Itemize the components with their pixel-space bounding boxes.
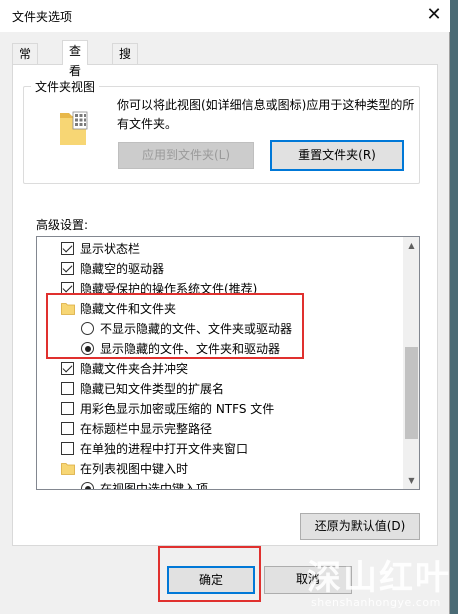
advanced-setting-label: 在视图中选中键入项: [100, 482, 209, 490]
folder-views-legend: 文件夹视图: [31, 78, 100, 95]
watermark-text: 深山红叶: [307, 558, 451, 598]
advanced-setting-row[interactable]: 在标题栏中显示完整路径: [37, 419, 403, 439]
advanced-setting-label: 在列表视图中键入时: [80, 462, 189, 476]
advanced-setting-row[interactable]: 在单独的进程中打开文件夹窗口: [37, 439, 403, 459]
advanced-setting-row[interactable]: 用彩色显示加密或压缩的 NTFS 文件: [37, 399, 403, 419]
scroll-thumb[interactable]: [405, 347, 418, 439]
advanced-setting-row[interactable]: 在列表视图中键入时: [37, 459, 403, 479]
folder-options-dialog: 文件夹选项 ✕ 常规 查看 搜索 文件夹视图 你可以将此视图(如详细信息或图标)…: [0, 0, 450, 614]
advanced-setting-row[interactable]: 隐藏文件夹合并冲突: [37, 359, 403, 379]
advanced-setting-row[interactable]: 隐藏已知文件类型的扩展名: [37, 379, 403, 399]
advanced-setting-row[interactable]: 在视图中选中键入项: [37, 479, 403, 490]
apply-to-folders-button[interactable]: 应用到文件夹(L): [118, 142, 254, 169]
checkbox-unchecked[interactable]: [61, 442, 74, 455]
advanced-setting-row[interactable]: 显示状态栏: [37, 239, 403, 259]
list-scrollbar[interactable]: ▲ ▼: [403, 237, 419, 489]
watermark: 深山红叶 shenshanhongye.com: [297, 548, 458, 614]
watermark-url: shenshanhongye.com: [311, 596, 441, 609]
reset-folders-button[interactable]: 重置文件夹(R): [270, 140, 404, 171]
hidden-files-highlight-box: [46, 293, 304, 359]
checkbox-unchecked[interactable]: [61, 422, 74, 435]
advanced-settings-list[interactable]: 显示状态栏 隐藏空的驱动器 隐藏受保护的操作系统文件(推荐) 隐藏文件和文件夹 不显示隐…: [36, 236, 420, 490]
title-bar[interactable]: 文件夹选项 ✕: [0, 0, 450, 32]
advanced-setting-label: 隐藏文件夹合并冲突: [80, 362, 189, 376]
advanced-setting-row[interactable]: 隐藏空的驱动器: [37, 259, 403, 279]
tab-view[interactable]: 查看: [62, 40, 89, 78]
advanced-setting-label: 隐藏已知文件类型的扩展名: [80, 382, 225, 396]
radio-selected[interactable]: [81, 482, 94, 489]
advanced-setting-label: 隐藏空的驱动器: [80, 262, 165, 276]
folder-icon: [61, 463, 75, 475]
close-icon[interactable]: ✕: [418, 0, 450, 32]
folder-views-description: 你可以将此视图(如详细信息或图标)应用于这种类型的所有文件夹。: [117, 98, 415, 131]
advanced-setting-label: 显示状态栏: [80, 242, 141, 256]
checkbox-unchecked[interactable]: [61, 402, 74, 415]
checkbox-checked[interactable]: [61, 262, 74, 275]
folder-view-icon: [60, 111, 88, 145]
checkbox-checked[interactable]: [61, 242, 74, 255]
ok-highlight-box: [158, 546, 261, 602]
tab-search[interactable]: 搜索: [112, 43, 139, 81]
checkbox-checked[interactable]: [61, 362, 74, 375]
advanced-setting-label: 用彩色显示加密或压缩的 NTFS 文件: [80, 402, 275, 416]
scroll-down-icon[interactable]: ▼: [403, 472, 419, 489]
advanced-setting-label: 在标题栏中显示完整路径: [80, 422, 213, 436]
window-title: 文件夹选项: [12, 10, 73, 24]
scroll-up-icon[interactable]: ▲: [403, 237, 419, 254]
checkbox-unchecked[interactable]: [61, 382, 74, 395]
advanced-setting-label: 在单独的进程中打开文件夹窗口: [80, 442, 249, 456]
restore-defaults-button[interactable]: 还原为默认值(D): [300, 513, 420, 540]
advanced-settings-label: 高级设置:: [36, 218, 89, 232]
tab-general[interactable]: 常规: [12, 43, 39, 81]
